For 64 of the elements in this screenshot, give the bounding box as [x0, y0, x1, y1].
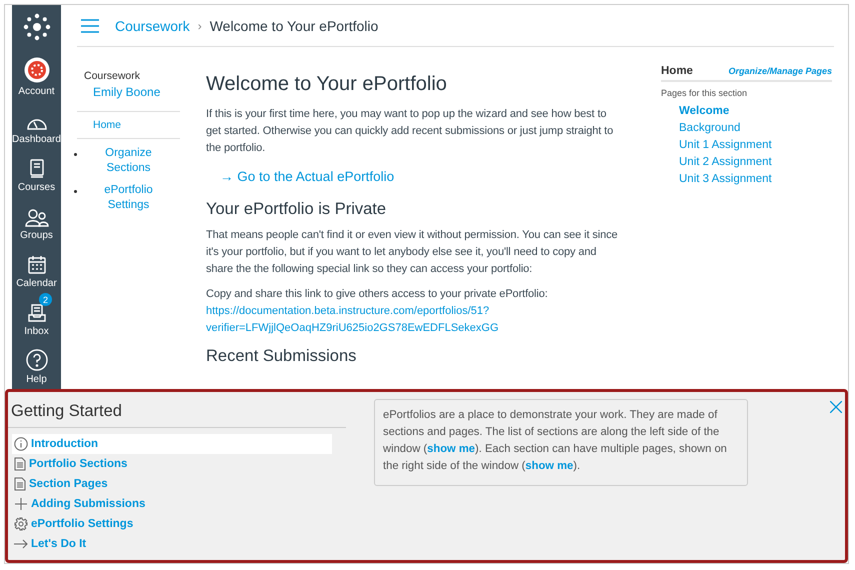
page-link[interactable]: Background: [661, 120, 832, 137]
info-icon: [14, 437, 28, 451]
inbox-icon: [26, 303, 46, 323]
avatar-icon: [24, 57, 50, 83]
share-link[interactable]: https://documentation.beta.instructure.com/eportfolios/51?verifier=LFWjjlQeOaqHZ9riU625io2GS78EwEDFLSekexGG: [206, 303, 621, 337]
wizard-step[interactable]: ePortfolio Settings: [12, 514, 332, 534]
nav-label: Calendar: [16, 278, 57, 289]
plus-icon: [14, 497, 28, 511]
portfolio-link[interactable]: → Go to the Actual ePortfolio: [220, 169, 394, 184]
section-heading: Your ePortfolio is Private: [206, 200, 388, 219]
breadcrumb-link[interactable]: Coursework: [115, 18, 190, 34]
wizard-step[interactable]: Adding Submissions: [12, 494, 332, 514]
wizard-step[interactable]: Section Pages: [12, 474, 332, 494]
page-heading: Welcome to Your ePortfolio: [206, 73, 448, 96]
section-heading: Recent Submissions: [206, 347, 358, 366]
nav-label: Help: [26, 374, 47, 385]
nav-item[interactable]: 2 Inbox: [12, 295, 61, 337]
document-icon: [14, 477, 26, 491]
manage-pages-link[interactable]: Organize/Manage Pages: [728, 66, 832, 76]
page-link[interactable]: Unit 1 Assignment: [661, 137, 832, 154]
arrow-icon: [14, 539, 28, 549]
logo-icon[interactable]: [22, 13, 50, 41]
people-icon: [24, 209, 48, 227]
book-icon: [28, 159, 44, 179]
page-link[interactable]: Unit 2 Assignment: [661, 154, 832, 171]
info-text: ePortfolios are a place to demonstrate your work. They are made of sections and pages. The list of sections are along the left side of the window (show me). Each section can have multiple pages, shown on the right side of the window (show me).: [374, 399, 748, 486]
calendar-icon: [26, 255, 46, 275]
nav-label: Groups: [20, 230, 53, 241]
nav-item[interactable]: Calendar: [12, 247, 61, 289]
paragraph: That means people can't find it or even view it without permission. You can see it since it's your portfolio, but if you want to let anybody else see it, you'll need to copy and share the the following special link so they can access your portfolio:: [206, 228, 619, 277]
nav-label: Account: [18, 86, 55, 97]
close-icon[interactable]: [830, 401, 842, 413]
nav-item[interactable]: Account: [12, 55, 61, 97]
paragraph: Copy and share this link to give others access to your private ePortfolio:: [206, 287, 549, 302]
paragraph: If this is your first time here, you may want to pop up the wizard and see how best to get started. Otherwise you can quickly add recent submissions or just jump straight to the portfolio.: [206, 107, 614, 156]
nav-item[interactable]: Help: [12, 343, 61, 385]
show-me-link[interactable]: show me: [525, 460, 574, 472]
wizard-step[interactable]: Introduction: [12, 434, 332, 454]
wizard-step[interactable]: Portfolio Sections: [12, 454, 332, 474]
section-link[interactable]: ePortfolio Settings: [77, 176, 180, 213]
show-me-link[interactable]: show me: [427, 443, 476, 455]
menu-icon[interactable]: [81, 18, 99, 32]
breadcrumb-separator: ›: [198, 18, 202, 32]
breadcrumb-current: Welcome to Your ePortfolio: [210, 18, 378, 34]
nav-label: Dashboard: [12, 134, 61, 145]
page-link[interactable]: Welcome: [661, 103, 832, 120]
help-icon: [26, 349, 48, 371]
pages-caption: Pages for this section: [661, 88, 748, 98]
nav-item[interactable]: Groups: [12, 199, 61, 241]
section-link[interactable]: Organize Sections: [77, 139, 180, 176]
nav-item[interactable]: Courses: [12, 151, 61, 193]
nav-item[interactable]: Dashboard: [12, 103, 61, 145]
wizard-title: Getting Started: [8, 392, 346, 428]
settings-icon: [14, 517, 28, 531]
wizard-step[interactable]: Let's Do It: [12, 534, 332, 554]
nav-label: Courses: [18, 182, 56, 193]
nav-label: Inbox: [24, 326, 49, 337]
page-link[interactable]: Unit 3 Assignment: [661, 171, 832, 188]
document-icon: [14, 457, 26, 471]
section-link[interactable]: Home: [77, 111, 180, 139]
count-badge: 2: [39, 293, 52, 306]
portfolio-title: Coursework: [83, 70, 142, 82]
section-name: Home: [661, 65, 693, 77]
owner-link[interactable]: Emily Boone: [77, 85, 180, 99]
